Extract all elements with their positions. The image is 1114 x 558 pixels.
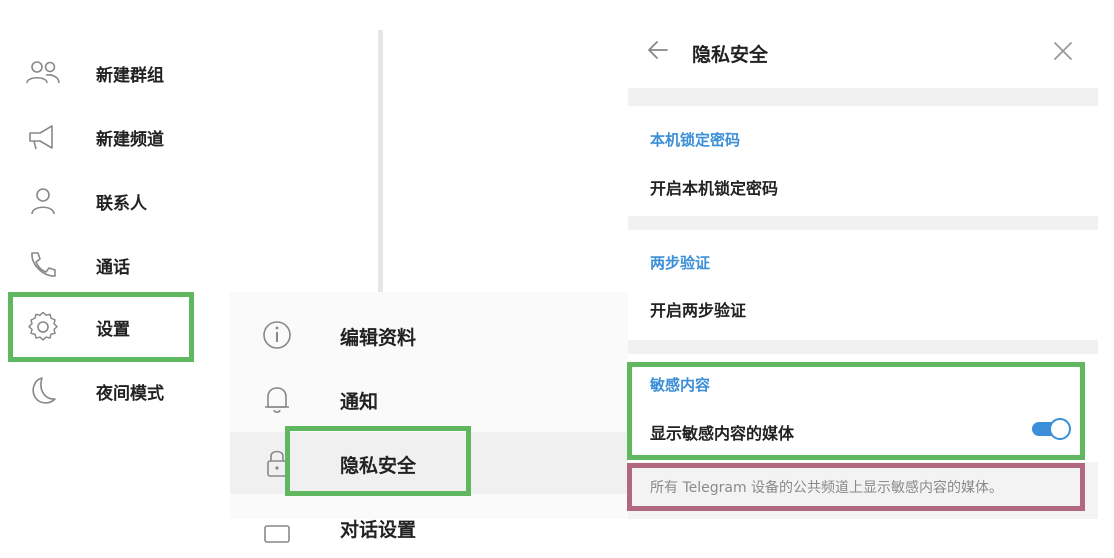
section-gap	[628, 216, 1098, 230]
highlight-privacy	[285, 426, 471, 496]
enable-two-step-row[interactable]: 开启两步验证	[650, 297, 746, 321]
menu-label: 新建群组	[96, 66, 164, 86]
group-icon	[26, 61, 60, 84]
menu-item-new-group[interactable]: 新建群组	[0, 44, 230, 102]
phone-icon	[31, 252, 56, 277]
settings-item-label: 编辑资料	[340, 327, 417, 349]
settings-item-label: 对话设置	[340, 519, 417, 541]
moon-icon	[32, 377, 56, 404]
highlight-sensitive-content	[627, 362, 1085, 460]
highlight-settings	[8, 292, 194, 362]
menu-label: 通话	[96, 258, 130, 278]
settings-item-chat-settings[interactable]: 对话设置	[230, 496, 628, 558]
menu-item-calls[interactable]: 通话	[0, 236, 230, 294]
section-gap	[628, 340, 1098, 354]
settings-item-notifications[interactable]: 通知	[230, 368, 628, 430]
bell-icon	[265, 387, 289, 414]
close-icon[interactable]	[1052, 40, 1074, 62]
menu-item-new-channel[interactable]: 新建频道	[0, 108, 230, 166]
info-icon	[263, 321, 291, 349]
enable-passcode-row[interactable]: 开启本机锁定密码	[650, 175, 778, 199]
menu-label: 联系人	[96, 194, 147, 214]
menu-item-night-mode[interactable]: 夜间模式	[0, 362, 230, 420]
settings-item-edit-profile[interactable]: 编辑资料	[230, 304, 628, 366]
highlight-hint	[627, 463, 1085, 511]
megaphone-icon	[29, 125, 53, 150]
back-arrow-icon[interactable]	[646, 38, 670, 62]
passcode-section	[628, 106, 1098, 216]
person-icon	[31, 188, 55, 215]
two-step-section	[628, 230, 1098, 340]
chat-icon	[264, 525, 290, 543]
panel-header: 隐私安全	[628, 0, 1098, 88]
two-step-section-title: 两步验证	[650, 254, 711, 272]
settings-item-label: 通知	[340, 391, 379, 413]
menu-label: 夜间模式	[96, 384, 164, 404]
panel-title: 隐私安全	[692, 44, 769, 66]
passcode-section-title: 本机锁定密码	[650, 131, 741, 149]
section-gap	[628, 88, 1098, 106]
menu-label: 新建频道	[96, 130, 164, 150]
scrollbar[interactable]	[378, 30, 383, 294]
menu-item-contacts[interactable]: 联系人	[0, 172, 230, 230]
